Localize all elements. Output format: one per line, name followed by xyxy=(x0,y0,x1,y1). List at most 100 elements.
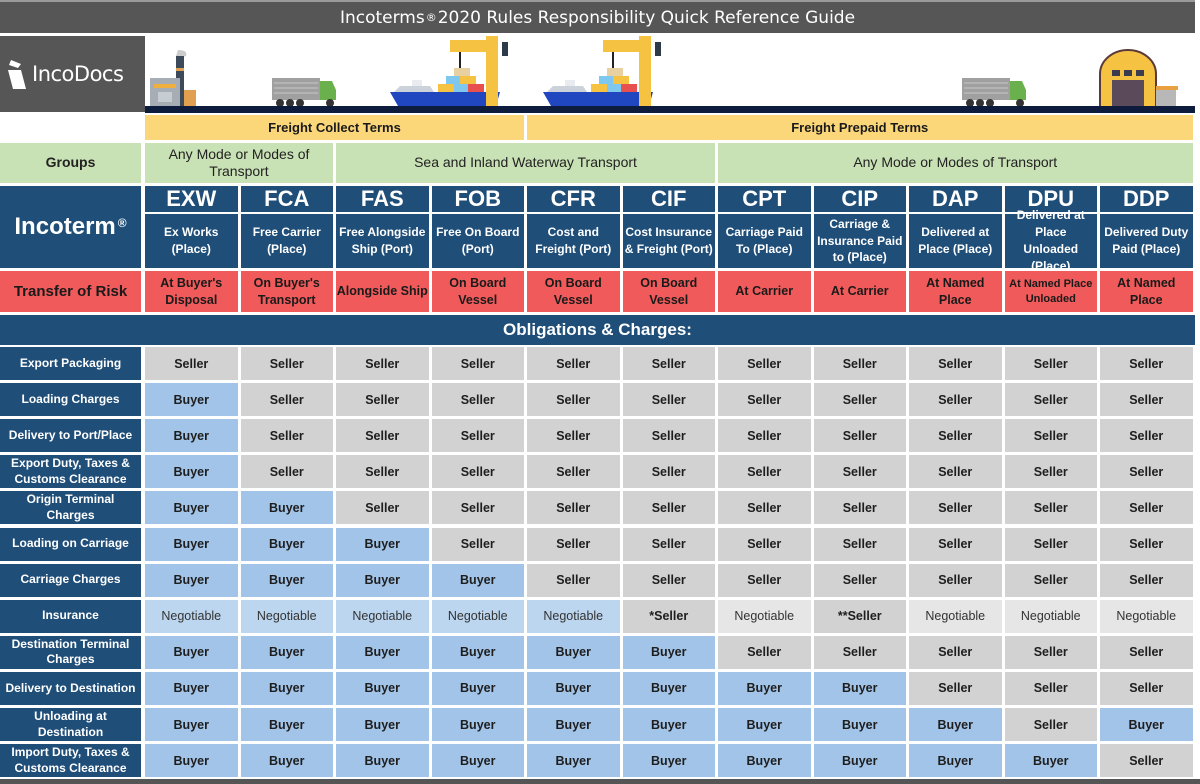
incoterm-label: Incoterm ® xyxy=(0,186,141,268)
incoterm-code-cip[interactable]: CIP xyxy=(813,186,906,212)
obligation-cell: Buyer xyxy=(527,744,620,778)
obligation-cell: Buyer xyxy=(813,671,906,705)
incoterm-label-text: Incoterm xyxy=(14,213,116,240)
obligation-cell: Seller xyxy=(1100,527,1193,561)
transfer-of-risk-label: Transfer of Risk xyxy=(0,271,141,312)
obligation-cell: Negotiable xyxy=(336,599,429,633)
obligation-cell: Seller xyxy=(718,563,811,597)
incoterm-code-cif[interactable]: CIF xyxy=(622,186,715,212)
incoterm-code-cpt[interactable]: CPT xyxy=(718,186,811,212)
obligation-label: Delivery to Port/Place xyxy=(0,419,141,453)
obligation-cell: Negotiable xyxy=(431,599,524,633)
obligation-cell: Buyer xyxy=(336,708,429,742)
obligation-cell: Buyer xyxy=(240,491,333,525)
obligation-cell: Seller xyxy=(909,671,1002,705)
obligation-cell: Buyer xyxy=(145,419,238,453)
obligation-cell: Buyer xyxy=(336,635,429,669)
obligation-cell: Seller xyxy=(909,455,1002,489)
obligation-cell: Seller xyxy=(813,347,906,381)
obligation-cell: Buyer xyxy=(145,671,238,705)
obligation-cell: Seller xyxy=(1004,671,1097,705)
obligation-cell: Buyer xyxy=(240,635,333,669)
obligation-label: Export Duty, Taxes & Customs Clearance xyxy=(0,455,141,489)
obligation-cell: Seller xyxy=(1100,347,1193,381)
incoterm-name-fas: Free Alongside Ship (Port) xyxy=(336,214,429,268)
obligation-cell: Seller xyxy=(622,419,715,453)
truck-icon xyxy=(272,78,336,107)
obligation-cell: Seller xyxy=(1004,383,1097,417)
obligation-cell: Negotiable xyxy=(909,599,1002,633)
group-1: Sea and Inland Waterway Transport xyxy=(336,143,715,183)
incoterm-name-ddp: Delivered Duty Paid (Place) xyxy=(1100,214,1193,268)
obligation-cell: Seller xyxy=(1004,347,1097,381)
obligation-cell: Seller xyxy=(813,563,906,597)
freight-term-0: Freight Collect Terms xyxy=(145,115,524,140)
cargo-ship-crane-icon xyxy=(390,36,508,106)
obligation-cell: Seller xyxy=(1004,527,1097,561)
obligation-cell: Buyer xyxy=(431,635,524,669)
transfer-of-risk-cfr: On Board Vessel xyxy=(527,271,620,312)
obligation-cell: Seller xyxy=(431,527,524,561)
transfer-of-risk-cip: At Carrier xyxy=(813,271,906,312)
obligation-cell: Negotiable xyxy=(1004,599,1097,633)
obligation-cell: Seller xyxy=(718,347,811,381)
incoterm-name-cfr: Cost and Freight (Port) xyxy=(527,214,620,268)
group-2: Any Mode or Modes of Transport xyxy=(718,143,1193,183)
title-prefix: Incoterms xyxy=(339,7,425,28)
obligation-cell: Seller xyxy=(527,383,620,417)
transfer-of-risk-exw: At Buyer's Disposal xyxy=(145,271,238,312)
transport-banner: IncoDocs xyxy=(0,36,1195,113)
obligation-cell: Buyer xyxy=(145,491,238,525)
obligation-cell: Buyer xyxy=(240,563,333,597)
obligation-cell: Seller xyxy=(909,491,1002,525)
obligation-cell: Buyer xyxy=(145,527,238,561)
obligation-cell: Seller xyxy=(1100,563,1193,597)
obligation-cell: Seller xyxy=(336,455,429,489)
obligation-cell: Seller xyxy=(909,635,1002,669)
incoterm-code-exw[interactable]: EXW xyxy=(145,186,238,212)
obligation-cell: Buyer xyxy=(145,383,238,417)
obligation-cell: Buyer xyxy=(240,671,333,705)
obligation-cell: Seller xyxy=(336,491,429,525)
freight-term-1: Freight Prepaid Terms xyxy=(527,115,1193,140)
page-title: Incoterms ® 2020 Rules Responsibility Quic… xyxy=(0,0,1195,33)
obligation-cell: Buyer xyxy=(813,744,906,778)
incoterm-name-dap: Delivered at Place (Place) xyxy=(909,214,1002,268)
obligation-cell: Negotiable xyxy=(240,599,333,633)
incoterm-name-cip: Carriage & Insurance Paid to (Place) xyxy=(813,214,906,268)
incoterm-code-cfr[interactable]: CFR xyxy=(527,186,620,212)
transfer-of-risk-ddp: At Named Place xyxy=(1100,271,1193,312)
obligation-cell: Seller xyxy=(240,347,333,381)
obligation-cell: Buyer xyxy=(527,708,620,742)
incoterm-code-fas[interactable]: FAS xyxy=(336,186,429,212)
obligation-cell: Seller xyxy=(622,455,715,489)
incoterm-code-fca[interactable]: FCA xyxy=(240,186,333,212)
obligation-cell: Buyer xyxy=(145,708,238,742)
obligation-cell: Buyer xyxy=(909,744,1002,778)
incoterm-code-ddp[interactable]: DDP xyxy=(1100,186,1193,212)
obligation-cell: Seller xyxy=(622,347,715,381)
obligation-label: Carriage Charges xyxy=(0,563,141,597)
obligation-label: Unloading at Destination xyxy=(0,708,141,742)
obligation-cell: Seller xyxy=(718,419,811,453)
obligation-cell: Seller xyxy=(1100,671,1193,705)
obligation-cell: Buyer xyxy=(145,455,238,489)
obligation-cell: Buyer xyxy=(145,635,238,669)
obligation-cell: Seller xyxy=(431,347,524,381)
obligation-cell: Buyer xyxy=(622,744,715,778)
obligation-cell: Seller xyxy=(622,383,715,417)
incoterm-name-cpt: Carriage Paid To (Place) xyxy=(718,214,811,268)
transfer-of-risk-cpt: At Carrier xyxy=(718,271,811,312)
obligation-cell: Seller xyxy=(240,383,333,417)
obligation-cell: Seller xyxy=(336,419,429,453)
incoterm-code-fob[interactable]: FOB xyxy=(431,186,524,212)
obligation-cell: Buyer xyxy=(431,708,524,742)
incoterm-code-dap[interactable]: DAP xyxy=(909,186,1002,212)
obligation-cell: Seller xyxy=(718,455,811,489)
obligation-cell: Buyer xyxy=(240,744,333,778)
incoterm-name-fob: Free On Board (Port) xyxy=(431,214,524,268)
obligation-cell: Buyer xyxy=(718,671,811,705)
obligation-cell: Seller xyxy=(718,635,811,669)
transfer-of-risk-fas: Alongside Ship xyxy=(336,271,429,312)
obligation-cell: Seller xyxy=(527,455,620,489)
